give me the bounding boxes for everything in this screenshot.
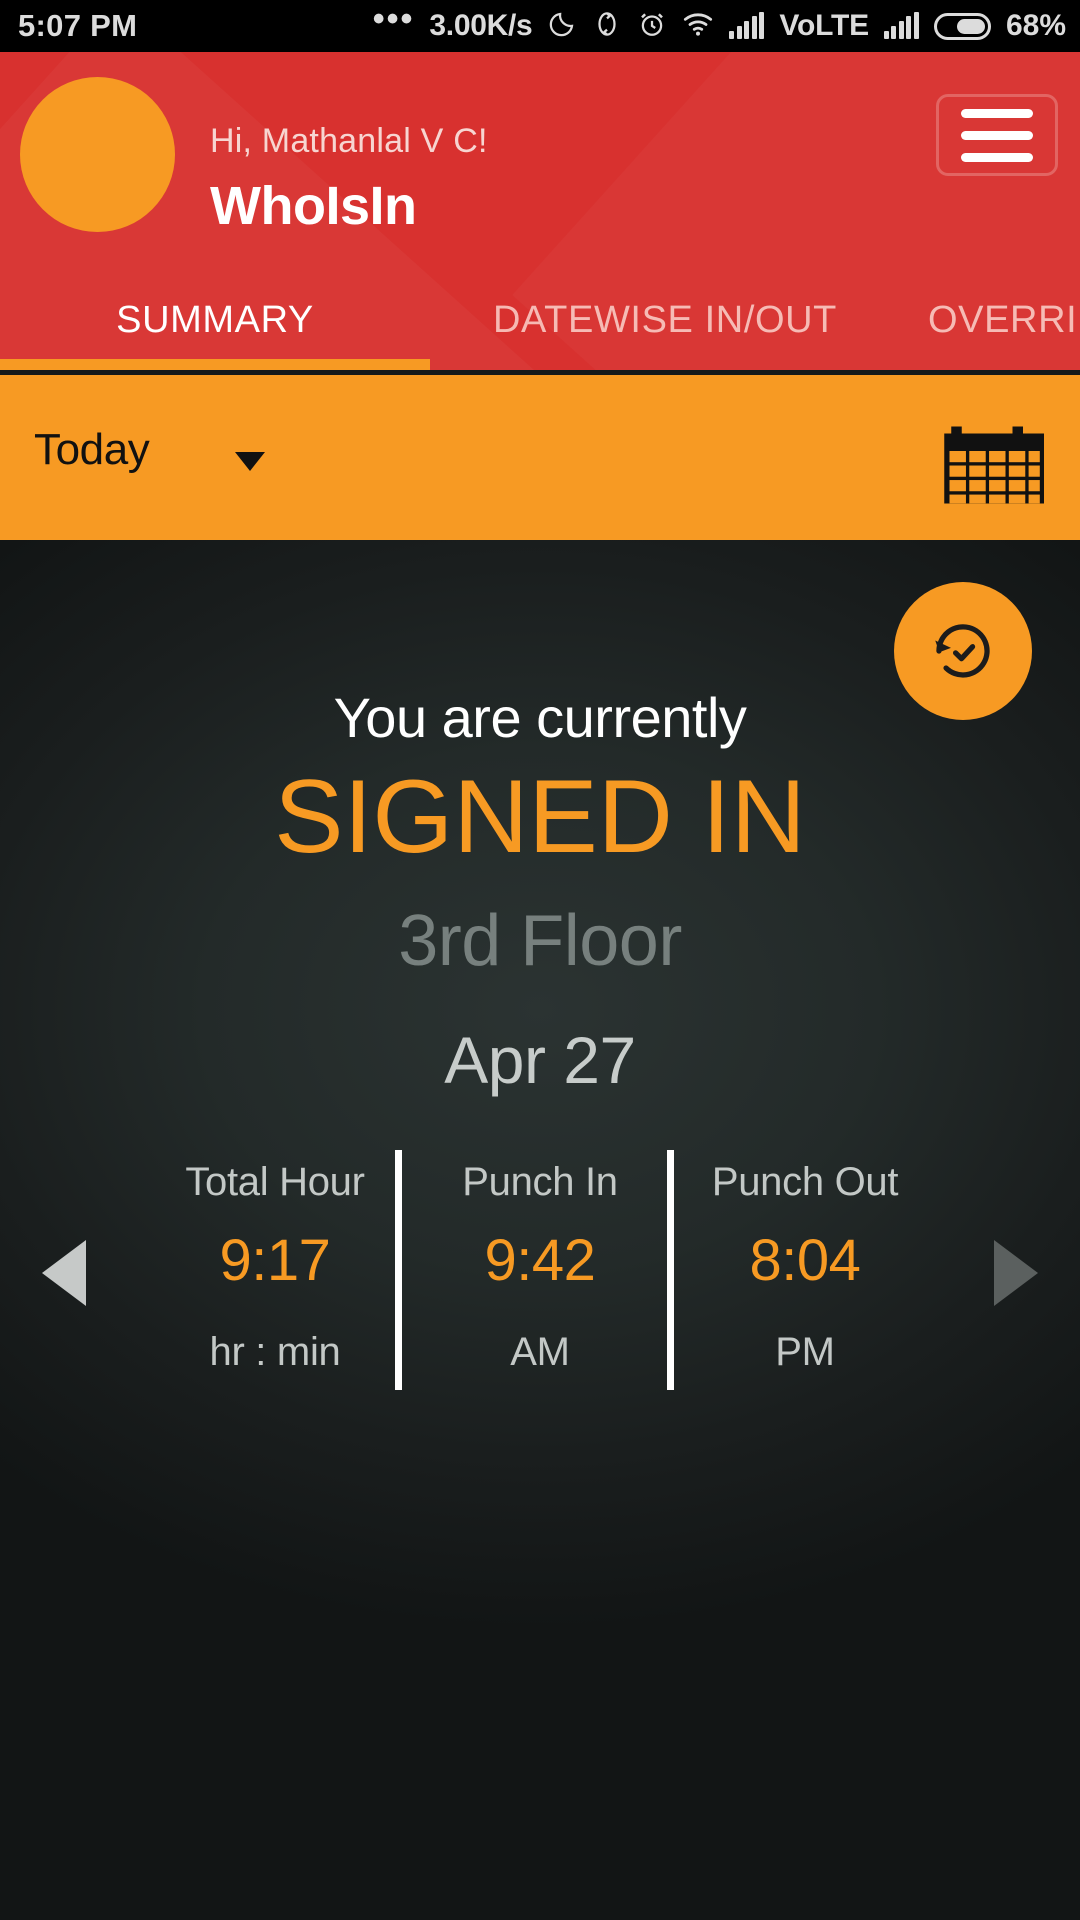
tab-summary[interactable]: SUMMARY bbox=[0, 299, 430, 342]
stats-row: Total Hour 9:17 hr : min Punch In 9:42 A… bbox=[0, 1160, 1080, 1390]
date-range-label[interactable]: Today bbox=[34, 425, 150, 475]
stat-punch-out: Punch Out 8:04 PM bbox=[673, 1160, 938, 1375]
status-prefix-text: You are currently bbox=[333, 686, 747, 749]
chevron-down-icon[interactable] bbox=[235, 452, 265, 471]
tab-bar: SUMMARY DATEWISE IN/OUT OVERRIDE bbox=[0, 270, 1080, 370]
stat-unit: hr : min bbox=[209, 1330, 341, 1374]
sync-icon bbox=[592, 9, 622, 44]
stat-value: 8:04 bbox=[749, 1228, 861, 1293]
app-header: Hi, Mathanlal V C! WhoIsIn SUMMARY DATEW… bbox=[0, 52, 1080, 370]
tab-datewise-in-out[interactable]: DATEWISE IN/OUT bbox=[430, 299, 900, 342]
battery-icon bbox=[933, 12, 991, 40]
stat-value: 9:17 bbox=[219, 1228, 331, 1293]
status-bar: 5:07 PM ••• 3.00K/s VoLTE 68% bbox=[0, 0, 1080, 52]
active-tab-indicator bbox=[0, 359, 430, 370]
stat-title: Total Hour bbox=[185, 1160, 365, 1204]
stat-unit: AM bbox=[510, 1330, 570, 1374]
tab-override[interactable]: OVERRIDE bbox=[900, 299, 1080, 342]
status-date-text: Apr 27 bbox=[444, 1023, 636, 1097]
stat-total-hour: Total Hour 9:17 hr : min bbox=[143, 1160, 408, 1375]
do-not-disturb-icon bbox=[547, 9, 577, 44]
status-location-text: 3rd Floor bbox=[398, 901, 682, 981]
calendar-icon[interactable] bbox=[940, 423, 1050, 507]
battery-percent-label: 68% bbox=[1005, 9, 1066, 42]
network-speed-label: 3.00K/s bbox=[429, 9, 533, 42]
signal-bars-icon-1 bbox=[729, 12, 765, 39]
status-bar-clock: 5:07 PM bbox=[18, 8, 138, 43]
user-avatar[interactable] bbox=[20, 77, 175, 232]
stat-title: Punch Out bbox=[711, 1160, 899, 1204]
greeting-text: Hi, Mathanlal V C! bbox=[210, 122, 488, 160]
app-root: 5:07 PM ••• 3.00K/s VoLTE 68% Hi, Mathan… bbox=[0, 0, 1080, 1920]
page-title: WhoIsIn bbox=[210, 176, 417, 236]
status-state-text: SIGNED IN bbox=[274, 759, 806, 875]
stat-unit: PM bbox=[775, 1330, 835, 1374]
volte-label: VoLTE bbox=[779, 9, 869, 42]
stat-punch-in: Punch In 9:42 AM bbox=[408, 1160, 673, 1375]
wifi-icon bbox=[682, 10, 714, 43]
stat-value: 9:42 bbox=[484, 1228, 596, 1293]
signal-bars-icon-2 bbox=[883, 12, 919, 39]
stat-title: Punch In bbox=[462, 1160, 618, 1204]
date-filter-bar: Today bbox=[0, 375, 1080, 540]
notification-dots-icon: ••• bbox=[372, 0, 415, 38]
alarm-icon bbox=[637, 9, 667, 44]
main-content: You are currently SIGNED IN 3rd Floor Ap… bbox=[0, 540, 1080, 1920]
hamburger-menu-icon[interactable] bbox=[936, 94, 1058, 176]
